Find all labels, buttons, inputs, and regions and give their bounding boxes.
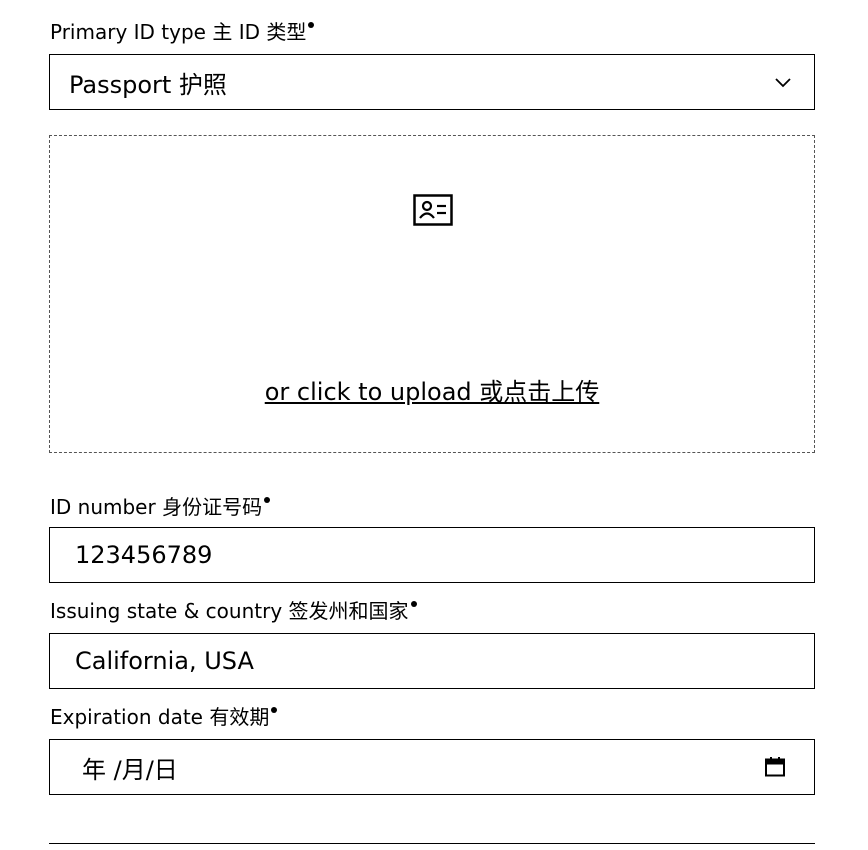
issuing-state-country-input[interactable]: California, USA <box>49 633 815 689</box>
issuing-state-country-label-text: Issuing state & country 签发州和国家 <box>50 599 409 623</box>
calendar-icon[interactable] <box>764 756 786 778</box>
expiration-date-label-text: Expiration date 有效期 <box>50 705 270 729</box>
id-upload-dropzone[interactable]: or click to upload 或点击上传 <box>49 135 815 453</box>
required-indicator <box>264 497 271 503</box>
primary-id-type-select[interactable]: Passport 护照 <box>49 54 815 110</box>
required-indicator <box>308 22 315 28</box>
expiration-date-input[interactable]: 年 /月/日 <box>49 739 815 795</box>
primary-id-type-value: Passport 护照 <box>69 70 227 99</box>
id-number-input[interactable]: 123456789 <box>49 527 815 583</box>
expiration-date-label: Expiration date 有效期 <box>50 704 278 730</box>
section-divider <box>49 843 815 844</box>
issuing-state-country-value: California, USA <box>75 647 254 675</box>
issuing-state-country-label: Issuing state & country 签发州和国家 <box>50 598 417 624</box>
primary-id-type-label: Primary ID type 主 ID 类型 <box>50 19 315 45</box>
required-indicator <box>410 601 417 607</box>
id-number-value: 123456789 <box>75 541 213 569</box>
id-card-icon <box>413 194 453 226</box>
id-number-label: ID number 身份证号码 <box>50 494 271 520</box>
primary-id-type-label-text: Primary ID type 主 ID 类型 <box>50 20 307 44</box>
chevron-down-icon <box>775 78 791 88</box>
id-number-label-text: ID number 身份证号码 <box>50 495 263 519</box>
required-indicator <box>271 707 278 713</box>
expiration-date-placeholder: 年 /月/日 <box>82 755 178 784</box>
click-to-upload-link[interactable]: or click to upload 或点击上传 <box>50 372 814 407</box>
